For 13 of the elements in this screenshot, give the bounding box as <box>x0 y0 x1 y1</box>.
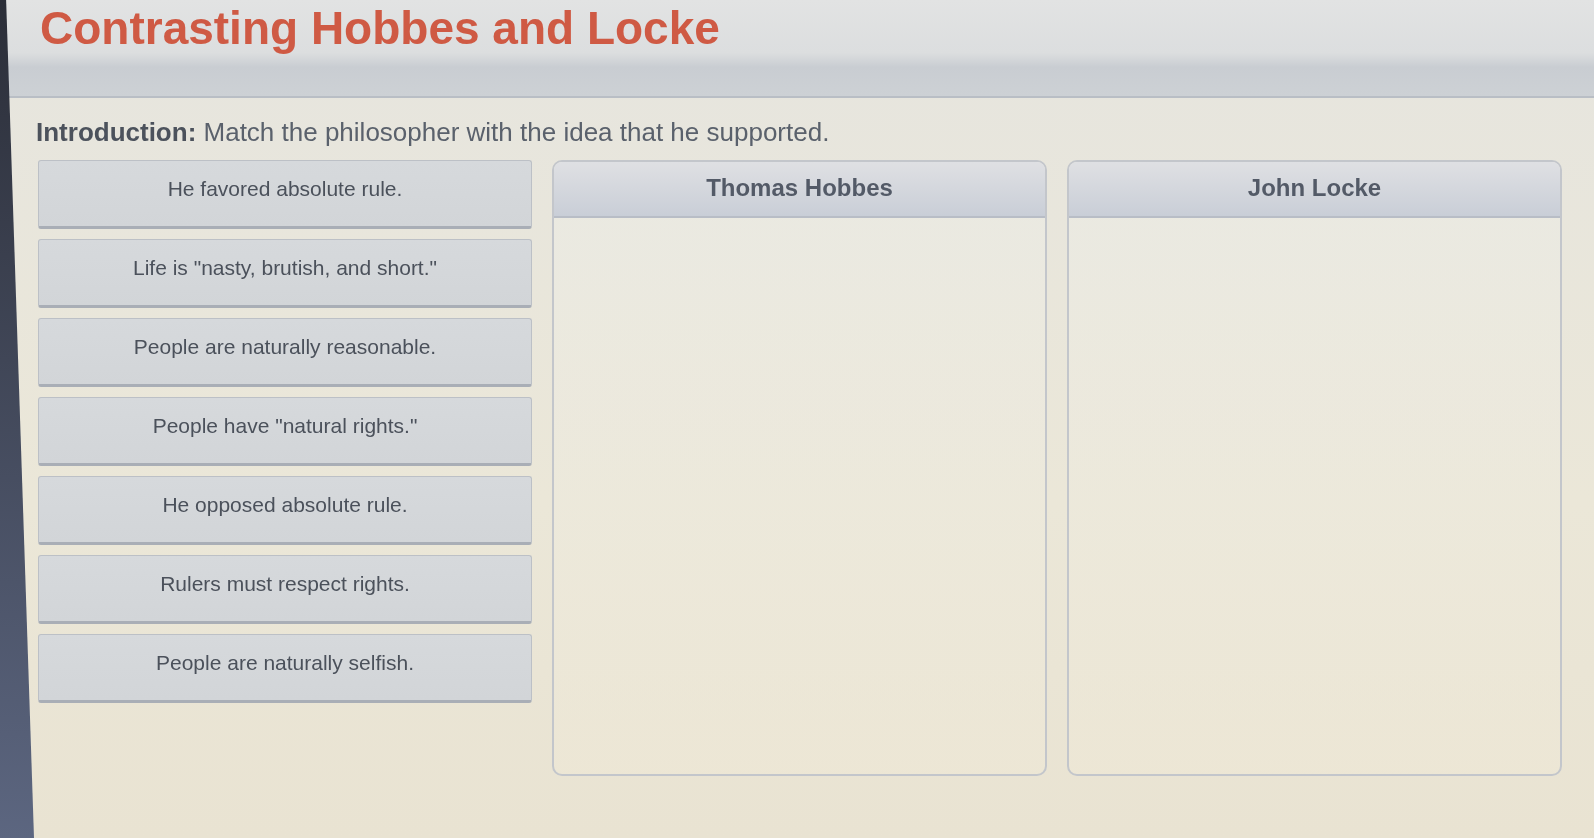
column-heading: John Locke <box>1069 162 1560 218</box>
answer-tile[interactable]: People have "natural rights." <box>38 397 532 466</box>
drop-zone[interactable]: Thomas Hobbes <box>552 160 1047 776</box>
answer-tile[interactable]: Life is "nasty, brutish, and short." <box>38 239 532 308</box>
answer-tile[interactable]: He opposed absolute rule. <box>38 476 532 545</box>
answer-tile[interactable]: Rulers must respect rights. <box>38 555 532 624</box>
answer-tile[interactable]: People are naturally reasonable. <box>38 318 532 387</box>
drop-zone[interactable]: John Locke <box>1067 160 1562 776</box>
page-title: Contrasting Hobbes and Locke <box>40 1 720 54</box>
introduction-text: Introduction: Match the philosopher with the idea that he supported. <box>36 116 830 148</box>
answer-tile[interactable]: People are naturally selfish. <box>38 634 532 703</box>
answer-tile[interactable]: He favored absolute rule. <box>38 160 532 229</box>
column-heading: Thomas Hobbes <box>554 162 1045 218</box>
